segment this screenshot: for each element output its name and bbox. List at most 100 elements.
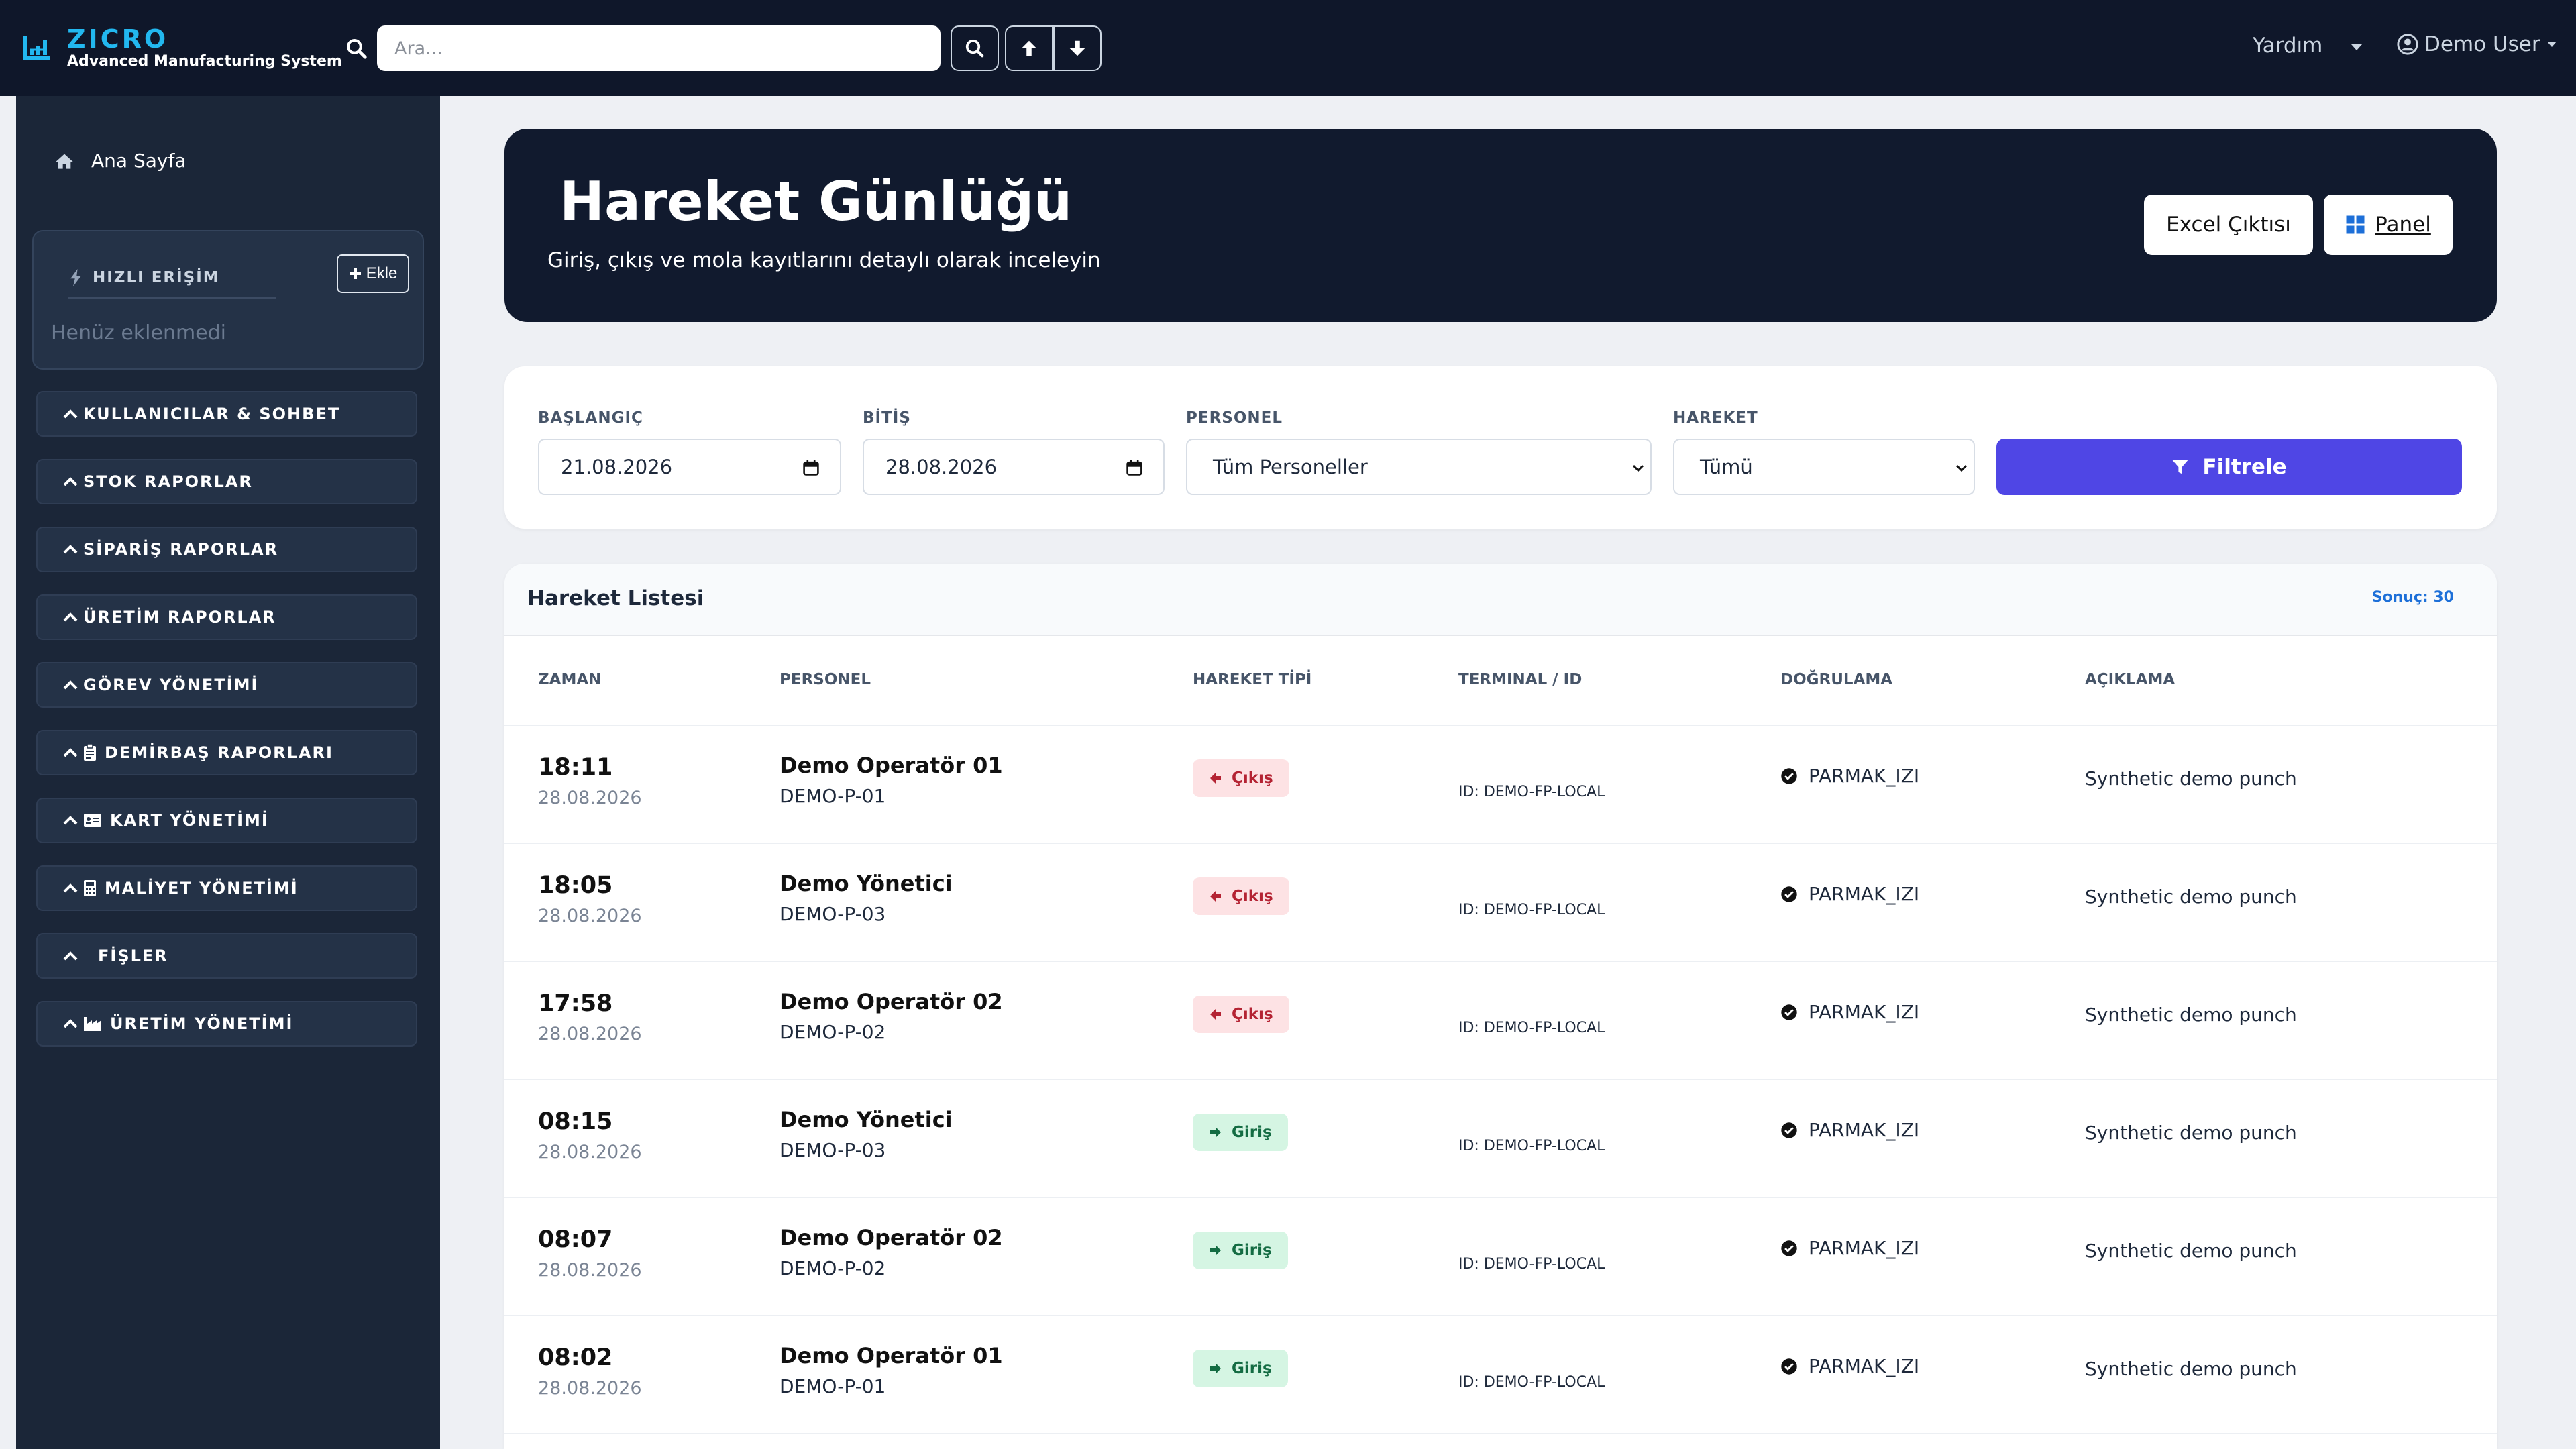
filter-button[interactable]: Filtrele xyxy=(1996,439,2462,495)
column-header-terminal[interactable]: TERMINAL / ID xyxy=(1458,671,1582,688)
personnel-select[interactable]: Tüm Personeller xyxy=(1186,439,1652,495)
sidebar-item-label: Ana Sayfa xyxy=(91,150,186,172)
row-date: 28.08.2026 xyxy=(538,1260,642,1281)
sidebar-item-order-reports[interactable]: SİPARİŞ RAPORLAR xyxy=(36,527,417,572)
table-row xyxy=(504,1433,2497,1449)
page-subtitle: Giriş, çıkış ve mola kayıtlarını detaylı… xyxy=(547,248,1101,272)
calendar-icon[interactable] xyxy=(1126,459,1143,476)
row-terminal: ID: DEMO-FP-LOCAL xyxy=(1458,1256,1605,1273)
chevron-down-icon xyxy=(1632,464,1644,472)
table-row[interactable]: 17:58 28.08.2026 Demo Operatör 02 DEMO-P… xyxy=(504,961,2497,1079)
row-personnel-name: Demo Yönetici xyxy=(780,1107,953,1132)
result-count: Sonuç: 30 xyxy=(2371,589,2454,606)
arrow-right-icon xyxy=(1210,1127,1221,1138)
check-circle-icon xyxy=(1781,1004,1797,1020)
chevron-up-icon xyxy=(63,748,78,757)
calendar-icon[interactable] xyxy=(802,459,820,476)
sidebar-item-production-reports[interactable]: ÜRETİM RAPORLAR xyxy=(36,594,417,640)
row-personnel-name: Demo Operatör 01 xyxy=(780,753,1003,778)
movement-type-badge: Giriş xyxy=(1193,1114,1288,1151)
row-personnel-id: DEMO-P-03 xyxy=(780,1139,886,1161)
chevron-up-icon xyxy=(63,612,78,622)
table-row[interactable]: 18:11 28.08.2026 Demo Operatör 01 DEMO-P… xyxy=(504,724,2497,843)
caret-down-icon[interactable] xyxy=(2351,44,2362,50)
home-icon xyxy=(56,154,73,169)
table-row[interactable]: 08:07 28.08.2026 Demo Operatör 02 DEMO-P… xyxy=(504,1197,2497,1315)
row-terminal: ID: DEMO-FP-LOCAL xyxy=(1458,1138,1605,1155)
check-circle-icon xyxy=(1781,1358,1797,1375)
arrow-down-icon xyxy=(1069,40,1085,56)
personnel-label: PERSONEL xyxy=(1186,409,1283,427)
top-navbar: ZICRO Advanced Manufacturing System Yard… xyxy=(0,0,2576,96)
row-date: 28.08.2026 xyxy=(538,1378,642,1399)
brand-subtitle: Advanced Manufacturing System xyxy=(67,53,342,70)
sidebar-item-task-management[interactable]: GÖREV YÖNETİMİ xyxy=(36,662,417,708)
movement-label: HAREKET xyxy=(1673,409,1758,427)
quick-access-empty-text: Henüz eklenmedi xyxy=(51,321,227,345)
arrow-up-icon xyxy=(1021,40,1037,56)
row-verification: PARMAK_IZI xyxy=(1780,1355,1919,1377)
column-header-verification[interactable]: DOĞRULAMA xyxy=(1780,671,1892,688)
brand[interactable]: ZICRO Advanced Manufacturing System xyxy=(20,25,342,71)
calculator-icon xyxy=(84,880,96,896)
check-circle-icon xyxy=(1781,1240,1797,1256)
column-header-movement-type[interactable]: HAREKET TİPİ xyxy=(1193,671,1311,688)
next-result-button[interactable] xyxy=(1053,25,1102,71)
chevron-up-icon xyxy=(63,816,78,825)
help-link[interactable]: Yardım xyxy=(2253,34,2322,58)
end-date-input[interactable]: 28.08.2026 xyxy=(863,439,1165,495)
row-personnel-id: DEMO-P-02 xyxy=(780,1021,886,1043)
panel-button[interactable]: Panel xyxy=(2324,195,2453,255)
sidebar-item-card-management[interactable]: KART YÖNETİMİ xyxy=(36,798,417,843)
row-time: 08:15 xyxy=(538,1108,613,1135)
excel-export-button[interactable]: Excel Çıktısı xyxy=(2144,195,2313,255)
chevron-up-icon xyxy=(63,545,78,554)
row-time: 18:11 xyxy=(538,754,613,781)
check-circle-icon xyxy=(1781,885,1797,902)
quick-access-add-button[interactable]: Ekle xyxy=(337,254,409,293)
sidebar-item-receipts[interactable]: FİŞLER xyxy=(36,933,417,979)
sidebar-item-home[interactable]: Ana Sayfa xyxy=(55,150,186,172)
row-time: 18:05 xyxy=(538,872,613,899)
previous-result-button[interactable] xyxy=(1005,25,1053,71)
user-menu[interactable]: Demo User xyxy=(2396,32,2557,56)
arrow-right-icon xyxy=(1210,1363,1221,1374)
sidebar-item-users-chat[interactable]: KULLANICILAR & SOHBET xyxy=(36,391,417,437)
movement-list: Hareket Listesi Sonuç: 30 ZAMAN PERSONEL… xyxy=(504,564,2497,1449)
row-verification: PARMAK_IZI xyxy=(1780,883,1919,905)
column-header-time[interactable]: ZAMAN xyxy=(538,671,601,688)
column-header-personnel[interactable]: PERSONEL xyxy=(780,671,871,688)
filter-panel: BAŞLANGIÇ 21.08.2026 BİTİŞ 28.08.2026 PE… xyxy=(504,366,2497,529)
start-date-input[interactable]: 21.08.2026 xyxy=(538,439,841,495)
list-title: Hareket Listesi xyxy=(527,586,704,610)
sidebar-item-fixed-asset-reports[interactable]: DEMİRBAŞ RAPORLARI xyxy=(36,730,417,775)
arrow-left-icon xyxy=(1210,1009,1221,1020)
movement-type-badge: Giriş xyxy=(1193,1232,1288,1269)
search-input[interactable] xyxy=(377,25,941,71)
chevron-up-icon xyxy=(63,477,78,486)
row-description: Synthetic demo punch xyxy=(2085,1122,2297,1144)
search-icon xyxy=(965,39,984,58)
row-verification: PARMAK_IZI xyxy=(1780,765,1919,787)
table-row[interactable]: 08:15 28.08.2026 Demo Yönetici DEMO-P-03… xyxy=(504,1079,2497,1197)
movement-select[interactable]: Tümü xyxy=(1673,439,1975,495)
industry-icon xyxy=(84,1017,101,1031)
row-personnel-id: DEMO-P-01 xyxy=(780,785,886,807)
movement-type-badge: Çıkış xyxy=(1193,877,1289,915)
arrow-left-icon xyxy=(1210,773,1221,784)
start-date-label: BAŞLANGIÇ xyxy=(538,409,643,427)
sidebar-item-cost-management[interactable]: MALİYET YÖNETİMİ xyxy=(36,865,417,911)
movement-type-badge: Çıkış xyxy=(1193,759,1289,797)
movement-type-badge: Çıkış xyxy=(1193,996,1289,1033)
sidebar-item-production-management[interactable]: ÜRETİM YÖNETİMİ xyxy=(36,1001,417,1046)
table-row[interactable]: 18:05 28.08.2026 Demo Yönetici DEMO-P-03… xyxy=(504,843,2497,961)
search-button[interactable] xyxy=(951,25,999,71)
table-row[interactable]: 08:02 28.08.2026 Demo Operatör 01 DEMO-P… xyxy=(504,1315,2497,1433)
column-header-description[interactable]: AÇIKLAMA xyxy=(2085,671,2175,688)
row-time: 17:58 xyxy=(538,990,613,1017)
sidebar: Ana Sayfa HIZLI ERİŞİM Ekle Henüz eklenm… xyxy=(16,96,440,1449)
movement-type-badge: Giriş xyxy=(1193,1350,1288,1387)
sidebar-item-stock-reports[interactable]: STOK RAPORLAR xyxy=(36,459,417,504)
row-date: 28.08.2026 xyxy=(538,906,642,926)
end-date-label: BİTİŞ xyxy=(863,409,911,427)
